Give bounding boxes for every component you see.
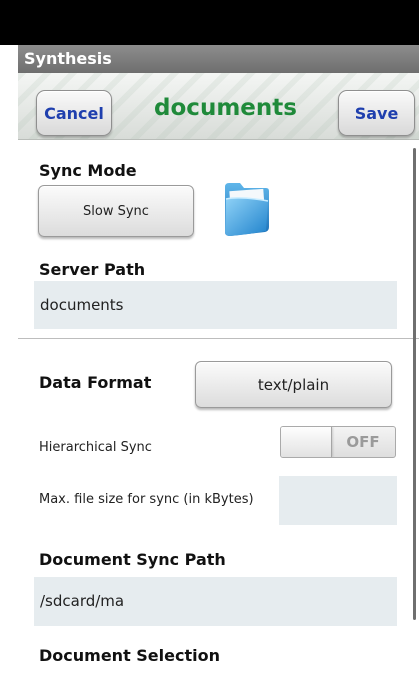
document-selection-label: Document Selection <box>39 646 220 665</box>
section-divider <box>18 338 419 339</box>
hierarchical-sync-toggle[interactable]: OFF <box>280 426 396 458</box>
header-bar: Cancel documents Save <box>18 73 419 140</box>
data-format-label: Data Format <box>39 373 152 392</box>
scrollbar[interactable] <box>413 148 416 620</box>
cancel-button[interactable]: Cancel <box>36 90 112 136</box>
toggle-knob <box>281 427 332 457</box>
hierarchical-sync-label: Hierarchical Sync <box>39 440 152 455</box>
status-bar <box>0 0 419 45</box>
document-sync-path-label: Document Sync Path <box>39 550 226 569</box>
page-title: documents <box>154 95 297 121</box>
settings-form[interactable]: Sync Mode Slow Sync Server Path document… <box>18 140 419 675</box>
server-path-label: Server Path <box>39 260 146 279</box>
document-sync-path-field[interactable]: /sdcard/ma <box>34 577 397 626</box>
app-bar: Synthesis <box>18 45 419 73</box>
toggle-state: OFF <box>346 433 380 451</box>
folder-icon[interactable] <box>222 177 272 237</box>
data-format-button[interactable]: text/plain <box>195 361 392 408</box>
sync-mode-button[interactable]: Slow Sync <box>38 185 194 237</box>
sync-mode-label: Sync Mode <box>39 161 137 180</box>
save-button[interactable]: Save <box>338 90 415 136</box>
max-file-size-label: Max. file size for sync (in kBytes) <box>39 492 254 507</box>
server-path-field[interactable]: documents <box>34 281 397 329</box>
app-title: Synthesis <box>24 49 112 68</box>
max-file-size-field[interactable] <box>279 476 397 525</box>
